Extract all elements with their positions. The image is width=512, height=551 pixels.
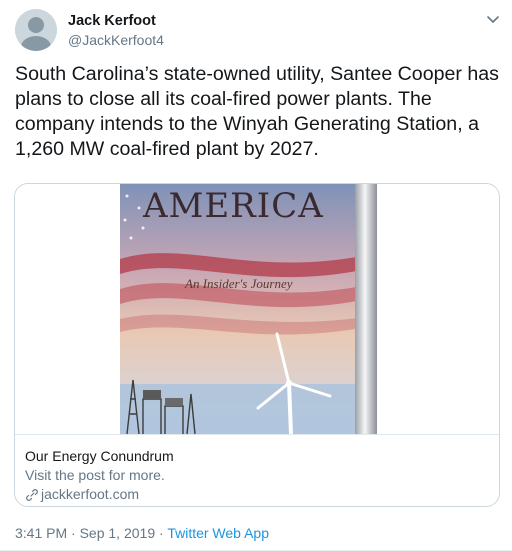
author-handle[interactable]: @JackKerfoot4	[68, 32, 164, 48]
tweet-date[interactable]: Sep 1, 2019	[80, 525, 156, 541]
card-domain-text: jackkerfoot.com	[41, 486, 140, 502]
card-description: Visit the post for more.	[25, 467, 165, 483]
card-domain: jackkerfoot.com	[25, 485, 489, 504]
more-options-button[interactable]	[485, 11, 501, 27]
separator: ·	[67, 525, 80, 541]
avatar[interactable]	[15, 9, 57, 51]
card-body[interactable]: Our Energy Conundrum Visit the post for …	[15, 435, 499, 504]
separator: ·	[155, 525, 168, 541]
author-name[interactable]: Jack Kerfoot	[68, 13, 156, 30]
tweet-metadata: 3:41 PM · Sep 1, 2019 · Twitter Web App	[15, 524, 269, 542]
tweet-text: South Carolina’s state-owned utility, Sa…	[15, 63, 499, 160]
book-title: AMERICA	[143, 186, 324, 226]
link-card[interactable]: AMERICA An Insider's Journey Our Energy …	[14, 183, 500, 507]
book-subtitle: An Insider's Journey	[185, 276, 293, 291]
card-image[interactable]: AMERICA An Insider's Journey	[15, 184, 499, 435]
tweet-source-link[interactable]: Twitter Web App	[167, 525, 269, 541]
default-avatar-icon	[15, 9, 57, 51]
chevron-down-icon	[487, 16, 499, 23]
tweet-time[interactable]: 3:41 PM	[15, 525, 67, 541]
link-icon	[26, 488, 38, 501]
card-title: Our Energy Conundrum	[25, 448, 174, 464]
